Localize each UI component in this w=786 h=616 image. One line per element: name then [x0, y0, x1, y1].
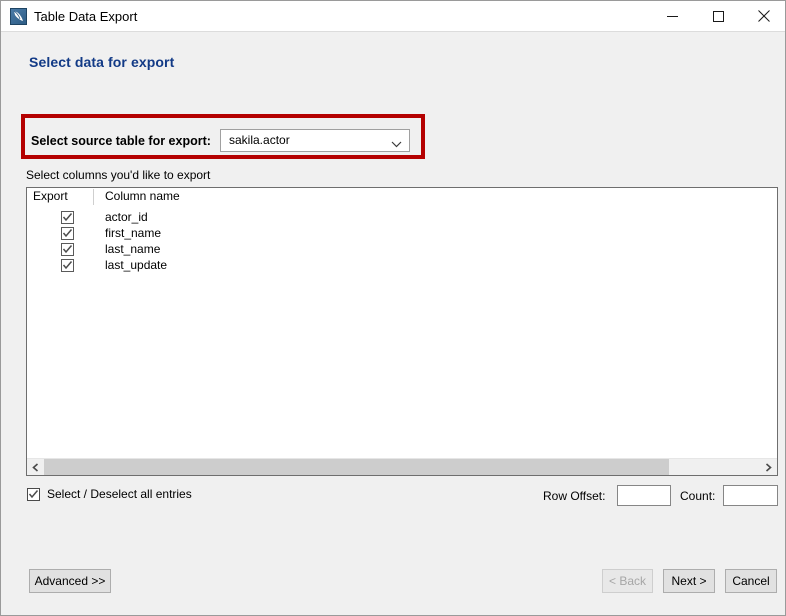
select-all-label: Select / Deselect all entries	[47, 487, 192, 501]
window-title: Table Data Export	[34, 8, 137, 25]
row-column-name: last_update	[105, 258, 167, 272]
scrollbar-thumb[interactable]	[44, 459, 669, 475]
chevron-down-icon	[391, 137, 402, 151]
advanced-button[interactable]: Advanced >>	[29, 569, 111, 593]
table-row[interactable]: first_name	[27, 226, 777, 242]
table-row[interactable]: actor_id	[27, 210, 777, 226]
column-header-column-name: Column name	[105, 189, 180, 203]
columns-list-rows: actor_id first_name last_name	[27, 210, 777, 274]
row-export-checkbox[interactable]	[61, 227, 74, 240]
row-column-name: first_name	[105, 226, 161, 240]
cancel-button[interactable]: Cancel	[725, 569, 777, 593]
select-all-row[interactable]: Select / Deselect all entries	[27, 487, 192, 501]
table-row[interactable]: last_update	[27, 258, 777, 274]
chevron-left-icon[interactable]	[27, 459, 44, 475]
back-button: < Back	[602, 569, 653, 593]
row-column-name: actor_id	[105, 210, 148, 224]
horizontal-scrollbar[interactable]	[27, 458, 777, 475]
table-row[interactable]: last_name	[27, 242, 777, 258]
maximize-icon[interactable]	[695, 1, 741, 31]
source-table-selected-value: sakila.actor	[229, 133, 290, 147]
row-export-checkbox[interactable]	[61, 243, 74, 256]
column-header-divider	[93, 189, 94, 205]
page-title: Select data for export	[29, 54, 174, 70]
source-table-dropdown[interactable]: sakila.actor	[220, 129, 410, 152]
columns-listbox[interactable]: Export Column name actor_id fir	[26, 187, 778, 476]
count-input[interactable]	[723, 485, 778, 506]
column-header-export: Export	[33, 189, 68, 203]
columns-list-header: Export Column name	[27, 188, 777, 206]
row-offset-label: Row Offset:	[543, 489, 605, 503]
window-titlebar: Table Data Export	[1, 1, 786, 32]
row-export-checkbox[interactable]	[61, 259, 74, 272]
close-icon[interactable]	[741, 1, 786, 31]
dolphin-icon	[10, 8, 27, 25]
row-export-checkbox[interactable]	[61, 211, 74, 224]
count-label: Count:	[680, 489, 715, 503]
columns-instruction: Select columns you'd like to export	[26, 168, 210, 182]
next-button[interactable]: Next >	[663, 569, 715, 593]
chevron-right-icon[interactable]	[760, 459, 777, 475]
minimize-icon[interactable]	[649, 1, 695, 31]
row-column-name: last_name	[105, 242, 160, 256]
table-data-export-window: Table Data Export Select data for export…	[0, 0, 786, 616]
row-offset-input[interactable]	[617, 485, 671, 506]
source-table-label: Select source table for export:	[31, 134, 211, 148]
select-all-checkbox[interactable]	[27, 488, 40, 501]
